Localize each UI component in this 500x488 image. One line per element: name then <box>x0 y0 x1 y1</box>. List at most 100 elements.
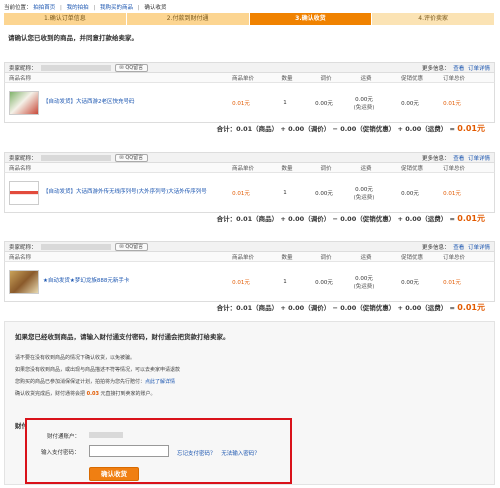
breadcrumb-separator: | <box>60 5 62 11</box>
order-info: 更多信息： 查看 订单详情 <box>422 154 490 162</box>
table-row: ★自动发货★梦幻龙族888元新手卡 0.01元 1 0.00元 0.00元 (免运… <box>4 262 495 302</box>
product-link[interactable]: 【自动发货】大话西游2老区快充号码 <box>43 99 135 106</box>
more-info-label: 更多信息： <box>421 65 450 72</box>
col-unit-price: 商品单价 <box>231 254 254 261</box>
order-total: 0.01元 <box>443 279 461 286</box>
unit-price: 0.01元 <box>232 190 250 197</box>
progress-steps: 1.确认订单信息 2.付款到财付通 3.确认收货 4.评价卖家 <box>4 13 495 25</box>
col-qty: 数量 <box>281 165 293 172</box>
quantity: 1 <box>283 99 287 106</box>
qq-icon: ✉ <box>119 243 124 250</box>
order-detail-link[interactable]: 订单详情 <box>468 66 490 72</box>
qq-icon: ✉ <box>119 64 124 71</box>
order-block: 卖家昵称： ✉ QQ留言 更多信息： 查看 订单详情 商品名称 商品单价 数量 … <box>4 152 495 223</box>
col-qty: 数量 <box>281 254 293 261</box>
table-row: 【自动发货】大话西游2老区快充号码 0.01元 1 0.00元 0.00元 (免运… <box>4 83 495 123</box>
seller-name-redacted <box>40 64 111 71</box>
more-info-label: 更多信息： <box>421 244 450 251</box>
seller-name-redacted <box>40 154 111 161</box>
shipping-cell: 0.00元 (免运费) <box>353 96 375 111</box>
notice-refund: 如果您没有收到商品，或出现与商品描述不符等情况，可以去卖家申请退款 <box>15 367 181 373</box>
col-adjust: 调价 <box>320 75 332 82</box>
breadcrumb-home-link[interactable]: 拍拍首页 <box>33 5 55 11</box>
account-value-redacted <box>89 432 123 438</box>
payment-password-input[interactable] <box>89 445 169 457</box>
password-help-links: 忘记支付密码？ 无法输入密码？ <box>177 449 260 457</box>
table-header: 商品名称 商品单价 数量 调价 运费 促销优惠 订单总价 <box>4 73 495 83</box>
breadcrumb-my-paipai-link[interactable]: 我的拍拍 <box>67 5 89 11</box>
seller-header: 卖家昵称： ✉ QQ留言 更多信息： 查看 订单详情 <box>4 152 495 163</box>
order-total: 0.01元 <box>443 190 461 197</box>
breadcrumb-prefix: 当前位置： <box>4 5 32 11</box>
col-discount: 促销优惠 <box>400 254 423 261</box>
order-block: 卖家昵称： ✉ QQ留言 更多信息： 查看 订单详情 商品名称 商品单价 数量 … <box>4 62 495 133</box>
panel-heading: 如果您已经收到商品，请输入财付通支付密码，财付通会把货款打给卖家。 <box>15 333 230 341</box>
breadcrumb-purchases-link[interactable]: 我购买的商品 <box>100 5 133 11</box>
qq-message-button[interactable]: ✉ QQ留言 <box>114 63 149 72</box>
notice-payout: 确认收货完成后，财付通将会把 0.03 元直接打到卖家的账户。 <box>15 391 156 397</box>
price-adjust: 0.00元 <box>315 279 333 286</box>
price-adjust: 0.00元 <box>315 100 333 107</box>
col-qty: 数量 <box>281 75 293 82</box>
order-total: 0.01元 <box>443 100 461 107</box>
view-link[interactable]: 查看 <box>453 156 464 162</box>
product-link[interactable]: 【自动发货】大话西游外传无线序列号(大外序列号)大话外传序列号 <box>43 189 207 196</box>
password-label: 输入支付密码： <box>41 450 80 456</box>
quantity: 1 <box>283 189 287 196</box>
notice-guarantee: 您购买的商品已参加消保保证计划，拍拍将为您先行赔付：点此了解详情 <box>15 379 176 385</box>
step-pay: 2.付款到财付通 <box>126 13 250 25</box>
more-info-label: 更多信息： <box>421 155 450 162</box>
col-adjust: 调价 <box>320 165 332 172</box>
product-thumbnail[interactable] <box>9 90 39 115</box>
order-block: 卖家昵称： ✉ QQ留言 更多信息： 查看 订单详情 商品名称 商品单价 数量 … <box>4 241 495 312</box>
order-info: 更多信息： 查看 订单详情 <box>422 64 490 72</box>
col-product: 商品名称 <box>9 75 32 82</box>
col-product: 商品名称 <box>9 254 32 261</box>
discount: 0.00元 <box>401 279 419 286</box>
breadcrumb: 当前位置： 拍拍首页 | 我的拍拍 | 我购买的商品 | 确认收货 <box>4 3 166 11</box>
account-label: 财付通账户： <box>47 434 81 440</box>
order-sum-line: 合计：0.01（商品） + 0.00（调价） − 0.00（促销优惠） + 0.… <box>216 214 485 223</box>
col-shipping: 运费 <box>360 165 372 172</box>
forgot-password-link[interactable]: 忘记支付密码？ <box>177 451 216 457</box>
guarantee-details-link[interactable]: 点此了解详情 <box>145 379 175 385</box>
order-detail-link[interactable]: 订单详情 <box>468 156 490 162</box>
col-product: 商品名称 <box>9 165 32 172</box>
view-link[interactable]: 查看 <box>453 245 464 251</box>
col-total: 订单总价 <box>442 165 465 172</box>
seller-label: 卖家昵称： <box>9 155 37 162</box>
col-unit-price: 商品单价 <box>231 75 254 82</box>
step-confirm-receipt: 3.确认收货 <box>249 13 373 25</box>
quantity: 1 <box>283 278 287 285</box>
unit-price: 0.01元 <box>232 100 250 107</box>
product-link[interactable]: ★自动发货★梦幻龙族888元新手卡 <box>43 278 129 285</box>
breadcrumb-separator: | <box>93 5 96 11</box>
confirm-receipt-button[interactable]: 确认收货 <box>89 467 139 481</box>
col-discount: 促销优惠 <box>400 75 423 82</box>
payment-verification-box: 财付通账户： 输入支付密码： 忘记支付密码？ 无法输入密码？ 确认收货 <box>25 418 292 484</box>
discount: 0.00元 <box>401 190 419 197</box>
table-header: 商品名称 商品单价 数量 调价 运费 促销优惠 订单总价 <box>4 252 495 262</box>
qq-message-button[interactable]: ✉ QQ留言 <box>114 153 149 162</box>
order-detail-link[interactable]: 订单详情 <box>468 245 490 251</box>
col-total: 订单总价 <box>442 75 465 82</box>
col-discount: 促销优惠 <box>400 165 423 172</box>
product-thumbnail[interactable] <box>9 180 39 205</box>
order-sum-line: 合计：0.01（商品） + 0.00（调价） − 0.00（促销优惠） + 0.… <box>216 303 485 312</box>
product-thumbnail[interactable] <box>9 269 39 294</box>
discount: 0.00元 <box>401 100 419 107</box>
col-adjust: 调价 <box>320 254 332 261</box>
table-header: 商品名称 商品单价 数量 调价 运费 促销优惠 订单总价 <box>4 163 495 173</box>
view-link[interactable]: 查看 <box>453 66 464 72</box>
breadcrumb-separator: | <box>137 5 140 11</box>
breadcrumb-current: 确认收货 <box>144 5 167 11</box>
step-confirm-order: 1.确认订单信息 <box>4 13 127 25</box>
seller-label: 卖家昵称： <box>9 244 37 251</box>
seller-header: 卖家昵称： ✉ QQ留言 更多信息： 查看 订单详情 <box>4 62 495 73</box>
seller-label: 卖家昵称： <box>9 65 37 72</box>
col-shipping: 运费 <box>360 254 372 261</box>
cannot-enter-password-link[interactable]: 无法输入密码？ <box>221 451 260 457</box>
col-total: 订单总价 <box>442 254 465 261</box>
qq-message-button[interactable]: ✉ QQ留言 <box>114 242 149 251</box>
step-rate-seller: 4.评价卖家 <box>372 13 495 25</box>
